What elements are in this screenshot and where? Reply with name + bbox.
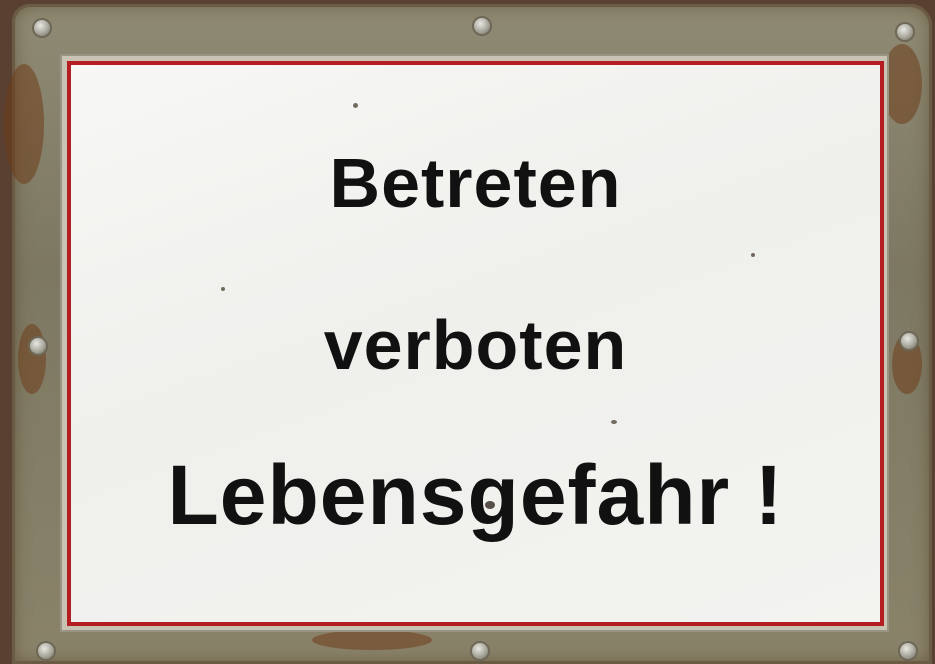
sign-face: Betreten verboten Lebensgefahr ! [67, 61, 884, 626]
dirt-speck [353, 103, 358, 108]
rust-stain [312, 630, 432, 650]
sign-line-3: Lebensgefahr ! [167, 448, 784, 542]
screw-icon [474, 18, 490, 34]
rust-stain [18, 324, 46, 394]
rust-stain [882, 44, 922, 124]
screw-icon [472, 643, 488, 659]
screw-icon [897, 24, 913, 40]
screw-icon [901, 333, 917, 349]
rust-stain [4, 64, 44, 184]
screw-icon [38, 643, 54, 659]
sign-line-2: verboten [323, 306, 628, 384]
screw-icon [900, 643, 916, 659]
screw-icon [30, 338, 46, 354]
dirt-speck [751, 253, 755, 257]
screw-icon [34, 20, 50, 36]
sign-line-1: Betreten [329, 144, 622, 222]
dirt-speck [221, 287, 225, 291]
dirt-speck [611, 420, 617, 424]
photo-scene: Betreten verboten Lebensgefahr ! [0, 0, 935, 664]
